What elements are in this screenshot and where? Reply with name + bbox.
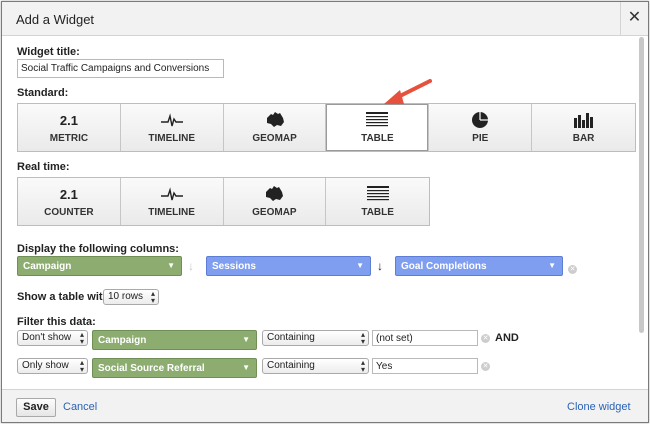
close-icon: ✕	[627, 9, 642, 26]
filter-value-input[interactable]	[372, 330, 478, 346]
table-icon	[326, 111, 428, 129]
dialog-body: Widget title: Standard: 2.1 METRIC TIMEL…	[2, 37, 648, 389]
tile-realtime-table[interactable]: TABLE	[326, 178, 429, 225]
filter-value-input[interactable]	[372, 358, 478, 374]
close-button[interactable]: ✕	[620, 2, 648, 35]
dialog-footer: Save Cancel Clone widget	[2, 389, 648, 422]
tile-standard-bar[interactable]: BAR	[532, 104, 635, 151]
tile-label: GEOMAP	[252, 133, 297, 144]
filter-mode-select[interactable]: Only show ▴ ▾	[17, 358, 88, 374]
timeline-icon	[121, 111, 223, 129]
widget-title-input[interactable]	[17, 59, 224, 78]
tile-label: METRIC	[49, 133, 89, 144]
select-value: Don't show	[22, 332, 72, 343]
select-value: Only show	[22, 360, 69, 371]
dropdown-value: Social Source Referral	[98, 363, 205, 374]
columns-label: Display the following columns:	[17, 243, 179, 255]
tile-realtime-geomap[interactable]: GEOMAP	[223, 178, 327, 225]
tile-standard-metric[interactable]: 2.1 METRIC	[18, 104, 121, 151]
counter-icon: 2.1	[59, 186, 78, 202]
filter-label: Filter this data:	[17, 316, 96, 328]
caret-down-icon: ▼	[242, 363, 250, 372]
sort-arrow-icon[interactable]: ↓	[377, 259, 383, 273]
tile-label: TIMELINE	[148, 133, 196, 144]
standard-tilebar: 2.1 METRIC TIMELINE GEOMAP TABLE PIE BAR	[17, 103, 636, 152]
caret-down-icon: ▼	[548, 261, 556, 270]
dropdown-value: Sessions	[212, 261, 256, 272]
tile-standard-geomap[interactable]: GEOMAP	[223, 104, 327, 151]
clone-widget-link[interactable]: Clone widget	[567, 401, 631, 413]
filter-dimension-dropdown[interactable]: Social Source Referral ▼	[92, 358, 257, 378]
bar-icon	[532, 111, 635, 129]
filter-conjunction: AND	[495, 332, 519, 344]
remove-filter-icon[interactable]: ✕	[481, 334, 490, 343]
remove-filter-icon[interactable]: ✕	[481, 362, 490, 371]
column-dropdown-campaign[interactable]: Campaign ▼	[17, 256, 182, 276]
caret-down-icon: ▼	[242, 335, 250, 344]
column-dropdown-goal-completions[interactable]: Goal Completions ▼	[395, 256, 563, 276]
updown-arrows-icon: ▴ ▾	[79, 358, 84, 374]
show-rows-label: Show a table with	[17, 291, 110, 303]
remove-column-icon[interactable]: ✕	[568, 265, 577, 274]
dropdown-value: Campaign	[98, 335, 147, 346]
save-button[interactable]: Save	[16, 398, 56, 417]
tile-label: COUNTER	[44, 207, 94, 218]
timeline-icon	[121, 185, 223, 203]
widget-title-label: Widget title:	[17, 46, 80, 58]
dialog-title: Add a Widget	[16, 12, 95, 27]
tile-label: BAR	[572, 133, 595, 144]
scrollbar[interactable]	[639, 37, 644, 333]
geomap-icon	[224, 185, 326, 203]
realtime-label: Real time:	[17, 161, 70, 173]
geomap-icon	[224, 111, 326, 129]
updown-arrows-icon: ▴ ▾	[360, 330, 365, 346]
add-widget-dialog: Add a Widget ✕ Widget title: Standard: 2…	[1, 1, 649, 423]
select-value: Containing	[267, 360, 315, 371]
filter-match-select[interactable]: Containing ▴ ▾	[262, 330, 369, 346]
tile-standard-table[interactable]: TABLE	[326, 104, 430, 151]
tile-standard-timeline[interactable]: TIMELINE	[120, 104, 224, 151]
realtime-tilebar: 2.1 COUNTER TIMELINE GEOMAP TABLE	[17, 177, 430, 226]
tile-label: GEOMAP	[252, 207, 297, 218]
pie-icon	[429, 111, 531, 129]
sort-arrow-icon[interactable]: ↓	[188, 259, 194, 273]
tile-realtime-timeline[interactable]: TIMELINE	[120, 178, 224, 225]
tile-label: TABLE	[361, 207, 394, 218]
tile-label: TABLE	[361, 133, 394, 144]
filter-mode-select[interactable]: Don't show ▴ ▾	[17, 330, 88, 346]
select-value: Containing	[267, 332, 315, 343]
tile-standard-pie[interactable]: PIE	[429, 104, 533, 151]
updown-arrows-icon: ▴ ▾	[150, 289, 155, 305]
column-dropdown-sessions[interactable]: Sessions ▼	[206, 256, 371, 276]
tile-label: TIMELINE	[148, 207, 195, 218]
filter-dimension-dropdown[interactable]: Campaign ▼	[92, 330, 257, 350]
annotation-arrow-icon	[384, 79, 432, 104]
metric-icon: 2.1	[59, 112, 78, 128]
table-icon	[326, 185, 429, 203]
select-value: 10 rows	[108, 291, 144, 302]
updown-arrows-icon: ▴ ▾	[360, 358, 365, 374]
tile-realtime-counter[interactable]: 2.1 COUNTER	[18, 178, 121, 225]
cancel-link[interactable]: Cancel	[63, 401, 97, 413]
dialog-titlebar: Add a Widget ✕	[2, 2, 648, 36]
updown-arrows-icon: ▴ ▾	[79, 330, 84, 346]
rows-select[interactable]: 10 rows ▴ ▾	[103, 289, 159, 305]
caret-down-icon: ▼	[167, 261, 175, 270]
standard-label: Standard:	[17, 87, 69, 99]
tile-label: PIE	[472, 133, 489, 144]
filter-match-select[interactable]: Containing ▴ ▾	[262, 358, 369, 374]
dropdown-value: Goal Completions	[401, 261, 487, 272]
dropdown-value: Campaign	[23, 261, 72, 272]
caret-down-icon: ▼	[356, 261, 364, 270]
